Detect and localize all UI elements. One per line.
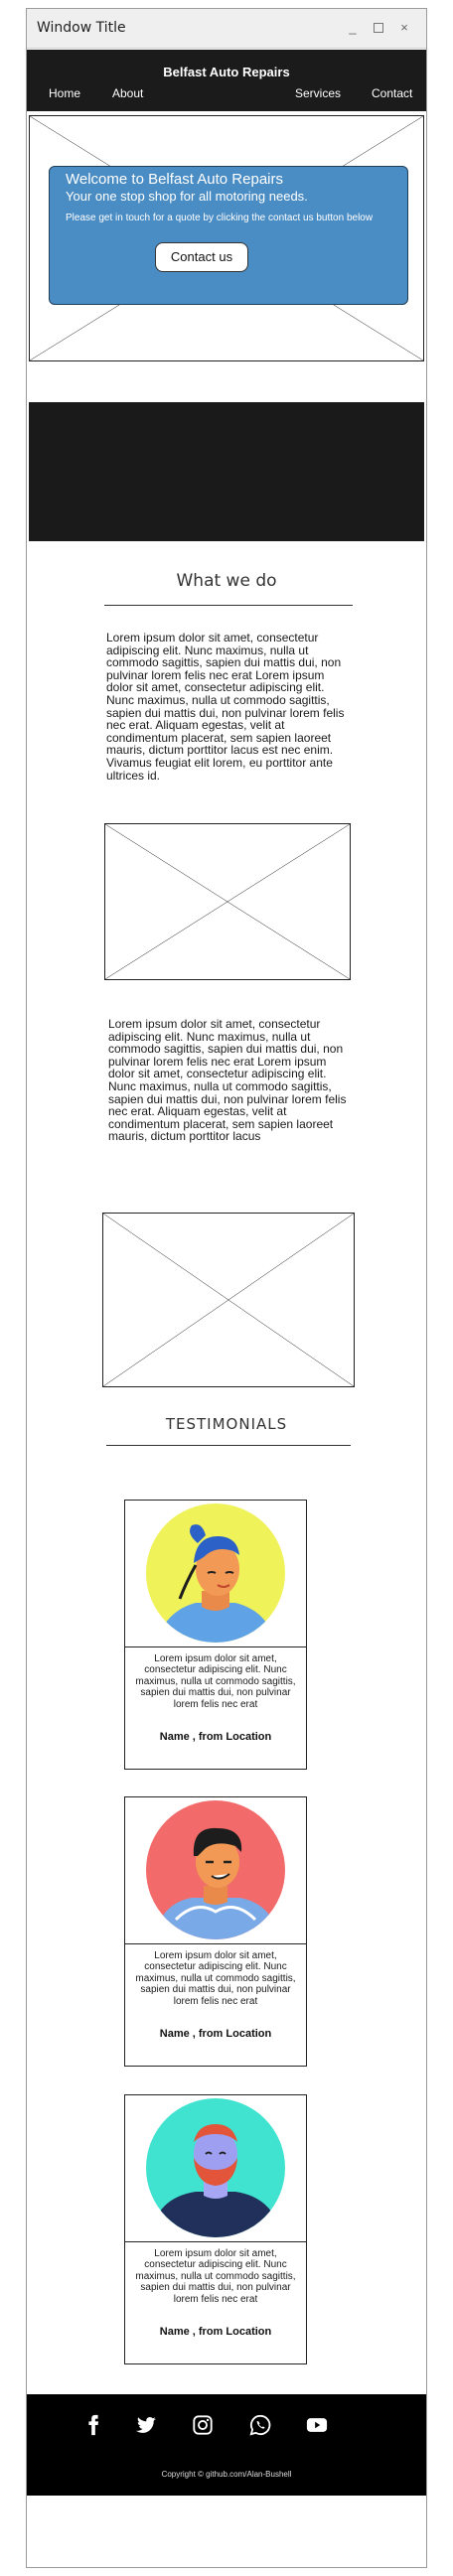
youtube-icon[interactable] <box>306 2414 328 2436</box>
testimonials-heading: TESTIMONIALS <box>165 1415 288 1433</box>
brand-title[interactable]: Belfast Auto Repairs <box>27 65 426 79</box>
nav-link-home[interactable]: Home <box>49 86 80 100</box>
testimonial-name: Name , from Location <box>159 2326 272 2338</box>
footer: Copyright © github.com/Alan-Bushell <box>27 2394 426 2496</box>
twitter-icon[interactable] <box>135 2414 157 2436</box>
testimonial-quote: Lorem ipsum dolor sit amet, consectetur … <box>135 2248 296 2305</box>
copyright-text: Copyright © github.com/Alan-Bushell <box>161 2470 292 2479</box>
hero-card: Welcome to Belfast Auto Repairs Your one… <box>49 166 408 305</box>
image-placeholder-2 <box>102 1213 355 1387</box>
what-we-do-heading: What we do <box>176 571 277 591</box>
nav-link-contact[interactable]: Contact <box>372 86 412 100</box>
close-icon[interactable]: × <box>396 20 412 36</box>
testimonial-card: Lorem ipsum dolor sit amet, consectetur … <box>124 2094 307 2364</box>
hero-subtitle: Your one stop shop for all motoring need… <box>66 189 308 204</box>
avatar <box>125 1501 306 1647</box>
title-bar: Window Title _ × <box>27 9 426 49</box>
nav-link-about[interactable]: About <box>112 86 143 100</box>
testimonial-card: Lorem ipsum dolor sit amet, consectetur … <box>124 1500 307 1770</box>
image-placeholder-1 <box>104 823 351 980</box>
window-title: Window Title <box>37 20 126 36</box>
minimize-icon[interactable]: _ <box>345 20 361 36</box>
woman-avatar-icon <box>146 1503 285 1643</box>
man-avatar-icon <box>146 1800 285 1939</box>
facebook-icon[interactable] <box>82 2414 104 2436</box>
video-block[interactable] <box>29 402 424 541</box>
testimonial-name: Name , from Location <box>159 1731 272 1743</box>
whatsapp-icon[interactable] <box>249 2414 271 2436</box>
instagram-icon[interactable] <box>192 2414 214 2436</box>
contact-us-button[interactable]: Contact us <box>155 242 248 272</box>
avatar <box>125 2095 306 2242</box>
browser-window: Window Title _ × Belfast Auto Repairs Ho… <box>26 8 427 2568</box>
testimonial-name: Name , from Location <box>159 2028 272 2040</box>
testimonial-card: Lorem ipsum dolor sit amet, consectetur … <box>124 1796 307 2067</box>
testimonial-quote: Lorem ipsum dolor sit amet, consectetur … <box>135 1653 296 1710</box>
hero-text: Please get in touch for a quote by click… <box>66 213 374 223</box>
bearded-man-avatar-icon <box>146 2098 285 2237</box>
nav-link-services[interactable]: Services <box>295 86 341 100</box>
what-we-do-paragraph-1: Lorem ipsum dolor sit amet, consectetur … <box>106 632 345 783</box>
maximize-icon[interactable] <box>371 20 386 36</box>
divider <box>104 605 353 606</box>
navbar: Belfast Auto Repairs Home About Services… <box>27 50 426 111</box>
testimonial-quote: Lorem ipsum dolor sit amet, consectetur … <box>135 1950 296 2007</box>
divider <box>106 1445 351 1446</box>
what-we-do-paragraph-2: Lorem ipsum dolor sit amet, consectetur … <box>108 1018 347 1144</box>
hero-title: Welcome to Belfast Auto Repairs <box>66 171 283 188</box>
avatar <box>125 1797 306 1944</box>
